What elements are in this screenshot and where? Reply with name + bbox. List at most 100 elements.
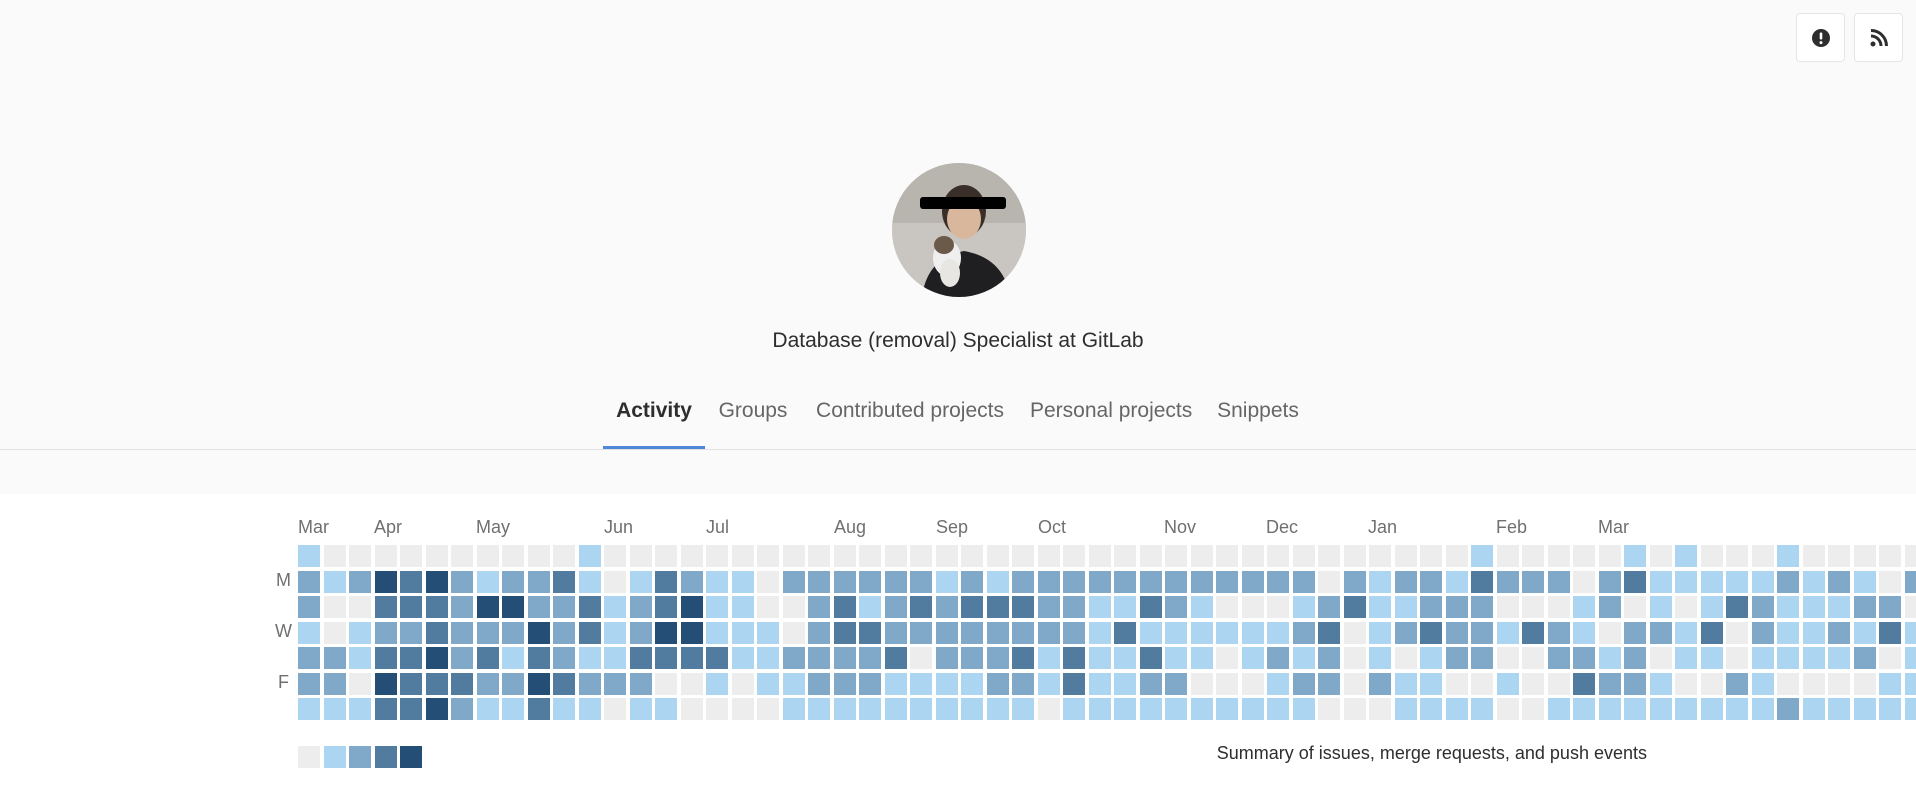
contribution-day-cell[interactable]: [349, 621, 371, 644]
contribution-day-cell[interactable]: [1114, 672, 1136, 695]
contribution-day-cell[interactable]: [757, 545, 779, 567]
contribution-day-cell[interactable]: [502, 570, 524, 593]
contribution-day-cell[interactable]: [757, 647, 779, 669]
contribution-day-cell[interactable]: [1343, 621, 1366, 644]
contribution-day-cell[interactable]: [935, 672, 958, 695]
contribution-day-cell[interactable]: [706, 647, 728, 669]
contribution-day-cell[interactable]: [1063, 647, 1085, 669]
contribution-day-cell[interactable]: [1165, 545, 1187, 567]
contribution-day-cell[interactable]: [1726, 672, 1748, 695]
contribution-day-cell[interactable]: [1369, 570, 1391, 593]
contribution-day-cell[interactable]: [1369, 596, 1391, 618]
contribution-day-cell[interactable]: [1573, 545, 1595, 567]
contribution-day-cell[interactable]: [782, 698, 805, 720]
contribution-day-cell[interactable]: [1420, 672, 1442, 695]
contribution-day-cell[interactable]: [1445, 647, 1468, 669]
contribution-day-cell[interactable]: [1216, 570, 1238, 593]
contribution-day-cell[interactable]: [910, 570, 932, 593]
contribution-day-cell[interactable]: [1318, 621, 1340, 644]
contribution-day-cell[interactable]: [374, 621, 397, 644]
contribution-day-cell[interactable]: [1828, 647, 1850, 669]
contribution-day-cell[interactable]: [1879, 698, 1901, 720]
contribution-day-cell[interactable]: [1802, 672, 1825, 695]
contribution-day-cell[interactable]: [1267, 672, 1289, 695]
contribution-day-cell[interactable]: [808, 672, 830, 695]
rss-feed-button[interactable]: [1854, 13, 1903, 62]
contribution-day-cell[interactable]: [1496, 621, 1519, 644]
contribution-day-cell[interactable]: [1649, 570, 1672, 593]
contribution-day-cell[interactable]: [451, 545, 473, 567]
contribution-day-cell[interactable]: [782, 672, 805, 695]
contribution-day-cell[interactable]: [578, 698, 601, 720]
contribution-day-cell[interactable]: [1241, 570, 1264, 593]
contribution-day-cell[interactable]: [1343, 596, 1366, 618]
contribution-day-cell[interactable]: [1012, 596, 1034, 618]
contribution-day-cell[interactable]: [1853, 672, 1876, 695]
contribution-day-cell[interactable]: [782, 596, 805, 618]
contribution-day-cell[interactable]: [655, 647, 677, 669]
contribution-day-cell[interactable]: [1190, 621, 1213, 644]
contribution-day-cell[interactable]: [910, 545, 932, 567]
contribution-day-cell[interactable]: [1139, 647, 1162, 669]
contribution-day-cell[interactable]: [1114, 698, 1136, 720]
contribution-day-cell[interactable]: [1879, 596, 1901, 618]
contribution-day-cell[interactable]: [833, 545, 856, 567]
contribution-day-cell[interactable]: [680, 570, 703, 593]
contribution-day-cell[interactable]: [859, 698, 881, 720]
contribution-day-cell[interactable]: [298, 698, 320, 720]
contribution-day-cell[interactable]: [1598, 672, 1621, 695]
contribution-day-cell[interactable]: [502, 698, 524, 720]
contribution-day-cell[interactable]: [323, 621, 346, 644]
contribution-day-cell[interactable]: [1649, 621, 1672, 644]
contribution-day-cell[interactable]: [1190, 545, 1213, 567]
contribution-day-cell[interactable]: [1445, 570, 1468, 593]
contribution-day-cell[interactable]: [859, 621, 881, 644]
contribution-day-cell[interactable]: [1904, 570, 1916, 593]
contribution-day-cell[interactable]: [374, 672, 397, 695]
contribution-day-cell[interactable]: [884, 672, 907, 695]
contribution-day-cell[interactable]: [349, 596, 371, 618]
contribution-day-cell[interactable]: [1573, 672, 1595, 695]
contribution-day-cell[interactable]: [1318, 672, 1340, 695]
contribution-day-cell[interactable]: [757, 570, 779, 593]
contribution-day-cell[interactable]: [1088, 672, 1111, 695]
contribution-day-cell[interactable]: [935, 647, 958, 669]
contribution-day-cell[interactable]: [400, 647, 422, 669]
contribution-day-cell[interactable]: [706, 596, 728, 618]
contribution-day-cell[interactable]: [1573, 647, 1595, 669]
contribution-day-cell[interactable]: [706, 570, 728, 593]
contribution-day-cell[interactable]: [451, 621, 473, 644]
report-abuse-button[interactable]: [1796, 13, 1845, 62]
contribution-day-cell[interactable]: [986, 647, 1009, 669]
contribution-day-cell[interactable]: [629, 672, 652, 695]
contribution-day-cell[interactable]: [910, 672, 932, 695]
contribution-day-cell[interactable]: [578, 570, 601, 593]
contribution-day-cell[interactable]: [1547, 621, 1570, 644]
contribution-day-cell[interactable]: [1853, 621, 1876, 644]
contribution-day-cell[interactable]: [1267, 570, 1289, 593]
contribution-day-cell[interactable]: [1522, 672, 1544, 695]
contribution-day-cell[interactable]: [655, 621, 677, 644]
contribution-day-cell[interactable]: [1573, 596, 1595, 618]
contribution-day-cell[interactable]: [1598, 647, 1621, 669]
contribution-day-cell[interactable]: [1292, 698, 1315, 720]
contribution-day-cell[interactable]: [1598, 570, 1621, 593]
contribution-day-cell[interactable]: [680, 672, 703, 695]
contribution-day-cell[interactable]: [604, 698, 626, 720]
contribution-day-cell[interactable]: [1114, 647, 1136, 669]
contribution-day-cell[interactable]: [400, 545, 422, 567]
contribution-day-cell[interactable]: [1241, 596, 1264, 618]
contribution-day-cell[interactable]: [1547, 647, 1570, 669]
contribution-day-cell[interactable]: [1547, 545, 1570, 567]
contribution-day-cell[interactable]: [986, 698, 1009, 720]
contribution-day-cell[interactable]: [451, 647, 473, 669]
contribution-day-cell[interactable]: [1726, 570, 1748, 593]
contribution-day-cell[interactable]: [374, 570, 397, 593]
contribution-day-cell[interactable]: [1675, 672, 1697, 695]
contribution-day-cell[interactable]: [1726, 621, 1748, 644]
contribution-day-cell[interactable]: [1420, 621, 1442, 644]
contribution-day-cell[interactable]: [527, 570, 550, 593]
contribution-day-cell[interactable]: [1828, 596, 1850, 618]
contribution-day-cell[interactable]: [553, 647, 575, 669]
contribution-day-cell[interactable]: [1292, 545, 1315, 567]
